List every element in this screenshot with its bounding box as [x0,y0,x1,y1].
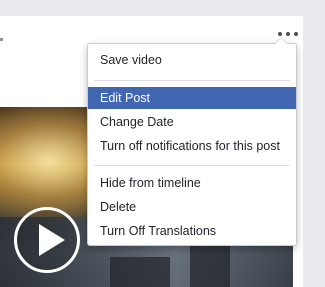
menu-item-edit-post[interactable]: Edit Post [88,87,296,109]
menu-item-hide-from-timeline[interactable]: Hide from timeline [88,172,296,194]
menu-item-turn-off-notifications[interactable]: Turn off notifications for this post [88,135,296,157]
menu-item-delete[interactable]: Delete [88,196,296,218]
menu-item-save-video[interactable]: Save video [88,49,296,71]
menu-item-turn-off-translations[interactable]: Turn Off Translations [88,220,296,242]
post-edge-mark [0,38,3,41]
menu-separator [94,80,290,81]
more-dot [294,32,298,36]
menu-separator [94,165,290,166]
menu-item-change-date[interactable]: Change Date [88,111,296,133]
video-shadow [190,245,230,287]
play-button[interactable] [14,207,80,273]
more-dot [286,32,290,36]
post-options-menu: Save video Edit Post Change Date Turn of… [87,37,297,246]
video-shadow [110,257,170,287]
play-icon [39,224,65,256]
more-horizontal-icon [278,32,282,36]
menu-caret-inner [275,38,287,44]
